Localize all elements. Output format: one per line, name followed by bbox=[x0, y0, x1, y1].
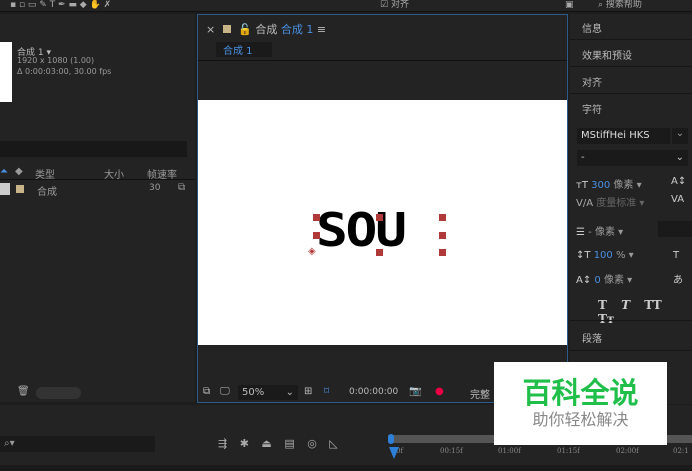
faux-italic-button[interactable]: T bbox=[621, 298, 630, 312]
tick-label: 01:00f bbox=[498, 447, 521, 455]
vertical-scale-value: 100 bbox=[593, 250, 613, 261]
align-panel-tab[interactable]: 对齐 bbox=[582, 74, 602, 89]
align-checkbox[interactable]: ☑ 对齐 bbox=[380, 0, 409, 10]
watermark: 百科全说 助你轻松解决 bbox=[494, 362, 667, 445]
flowchart-icon[interactable]: ⧉ bbox=[178, 182, 185, 193]
text-layer[interactable]: SOU bbox=[316, 207, 407, 253]
font-style-select[interactable]: - ⌄ bbox=[577, 150, 688, 166]
composition-panel: × 🔓 合成 合成 1 ≡ 合成 1 SOU ◈ ⧉ 🖵 50% ⌄ ⊞ ⌑ 0:… bbox=[197, 14, 568, 403]
zoom-value: 50% bbox=[242, 387, 265, 398]
baseline-value: 0 bbox=[594, 275, 601, 286]
close-icon[interactable]: × bbox=[206, 23, 215, 36]
font-style-buttons: T T TT Tт bbox=[598, 298, 692, 326]
tool-icons[interactable]: ▪ ▫ ▭ ✎ T ✒ ▬ ◆ ✋ ✗ bbox=[10, 0, 111, 10]
label-icon: ◆ bbox=[15, 166, 23, 177]
project-search-input[interactable] bbox=[0, 141, 187, 157]
timeline-search-input[interactable]: ⌕▾ bbox=[0, 436, 155, 452]
comp-resolution: 1920 x 1080 (1.00) bbox=[17, 56, 95, 65]
workspace-icon[interactable]: ▣ bbox=[565, 0, 574, 10]
kerning-field[interactable]: V/A 度量标准 ▾ bbox=[576, 194, 644, 209]
tick-label: 00:15f bbox=[440, 447, 463, 455]
info-panel-tab[interactable]: 信息 bbox=[582, 20, 602, 35]
stroke-width-field[interactable]: ☰ - 像素 ▾ bbox=[576, 223, 623, 238]
anchor-point-icon[interactable]: ◈ bbox=[308, 246, 316, 257]
mask-toggle-icon[interactable]: ⌑ bbox=[324, 386, 329, 397]
project-header: ⏶ ◆ 类型 大小 帧速率 bbox=[0, 166, 195, 181]
row-fps: 30 bbox=[149, 183, 161, 193]
col-type[interactable]: 类型 bbox=[35, 166, 55, 181]
panel-title: 合成 bbox=[255, 23, 278, 36]
character-panel-tab[interactable]: 字符 bbox=[582, 101, 602, 116]
kerning-value: 度量标准 bbox=[596, 198, 637, 209]
right-panel: 信息 效果和预设 对齐 字符 MStiffHei HKS ⌄ - ⌄ тT 300… bbox=[570, 14, 692, 404]
font-family-select[interactable]: MStiffHei HKS bbox=[577, 128, 670, 144]
comp-canvas[interactable]: SOU ◈ bbox=[198, 100, 567, 345]
zoom-select[interactable]: 50% ⌄ bbox=[238, 385, 298, 400]
monitor-icon[interactable]: 🖵 bbox=[220, 386, 230, 397]
row-type: 合成 bbox=[37, 187, 57, 198]
col-fps[interactable]: 帧速率 bbox=[147, 166, 177, 181]
comp-color-icon bbox=[222, 25, 231, 33]
search-help-label: 搜索帮助 bbox=[605, 0, 642, 10]
watermark-title: 百科全说 bbox=[522, 376, 639, 410]
lock-icon[interactable]: 🔓 bbox=[238, 23, 252, 36]
baseline-unit: 像素 bbox=[603, 275, 624, 286]
col-size[interactable]: 大小 bbox=[104, 166, 124, 181]
project-scrollbar[interactable] bbox=[36, 387, 81, 399]
horizontal-scale-icon: T bbox=[673, 250, 680, 261]
comp-tab[interactable]: 合成 1 bbox=[216, 42, 272, 57]
vertical-scale-unit: % bbox=[615, 250, 626, 261]
toolbar: ▪ ▫ ▭ ✎ T ✒ ▬ ◆ ✋ ✗ ☑ 对齐 ▣ ⌕ 搜索帮助 bbox=[0, 0, 692, 12]
panel-comp-name[interactable]: 合成 1 bbox=[281, 23, 314, 36]
search-help[interactable]: ⌕ 搜索帮助 bbox=[598, 0, 642, 10]
tracking-icon: VA bbox=[671, 194, 685, 205]
tick-label: 02:00f bbox=[616, 447, 639, 455]
label-color bbox=[16, 185, 24, 193]
timeline-switches[interactable]: ⇶ ✱ ⏏ ▤ ◎ ◺ bbox=[218, 437, 338, 450]
chevron-down-icon[interactable]: ⌄ bbox=[672, 128, 688, 144]
playhead[interactable] bbox=[389, 447, 399, 459]
camera-icon[interactable]: 📷 bbox=[409, 386, 421, 397]
watermark-subtitle: 助你轻松解决 bbox=[532, 410, 629, 429]
font-style-value: - bbox=[581, 152, 585, 163]
leading-icon: A↕ bbox=[671, 176, 687, 187]
small-caps-button[interactable]: Tт bbox=[598, 312, 614, 326]
quality-select[interactable]: 完整 bbox=[470, 386, 490, 401]
paragraph-panel-tab[interactable]: 段落 bbox=[582, 330, 602, 345]
stroke-width-value: - 像素 bbox=[588, 227, 615, 238]
effects-panel-tab[interactable]: 效果和预设 bbox=[582, 47, 632, 62]
tsume-icon: あ bbox=[673, 275, 683, 286]
trash-icon[interactable]: 🗑 bbox=[17, 386, 30, 397]
project-panel: 合成 1 ▾ 1920 x 1080 (1.00) Δ 0:00:03:00, … bbox=[0, 14, 195, 402]
baseline-shift-field[interactable]: A↕ 0 像素 ▾ bbox=[576, 271, 632, 286]
channel-icon[interactable]: ● bbox=[435, 386, 444, 397]
faux-bold-button[interactable]: T bbox=[598, 298, 607, 312]
font-size-value: 300 bbox=[591, 180, 611, 191]
table-row[interactable]: 合成 30 ⧉ bbox=[0, 182, 195, 198]
font-size-unit: 像素 bbox=[613, 180, 634, 191]
work-area-start[interactable] bbox=[388, 434, 394, 444]
timecode[interactable]: 0:00:00:00 bbox=[349, 387, 398, 397]
menu-icon[interactable]: ≡ bbox=[317, 23, 326, 36]
snapshot-icon[interactable]: ⧉ bbox=[203, 386, 210, 397]
grid-icon[interactable]: ⊞ bbox=[304, 386, 312, 397]
comp-thumbnail bbox=[0, 42, 12, 102]
tick-label: 02:1 bbox=[673, 447, 689, 455]
all-caps-button[interactable]: TT bbox=[644, 298, 661, 312]
comp-duration: Δ 0:00:03:00, 30.00 fps bbox=[17, 67, 112, 76]
align-label: 对齐 bbox=[390, 0, 409, 10]
vertical-scale-field[interactable]: ↕T 100 % ▾ bbox=[576, 250, 634, 261]
stroke-type-select[interactable] bbox=[658, 221, 692, 237]
tick-label: 01:15f bbox=[557, 447, 580, 455]
font-size-field[interactable]: тT 300 像素 ▾ bbox=[576, 176, 642, 191]
